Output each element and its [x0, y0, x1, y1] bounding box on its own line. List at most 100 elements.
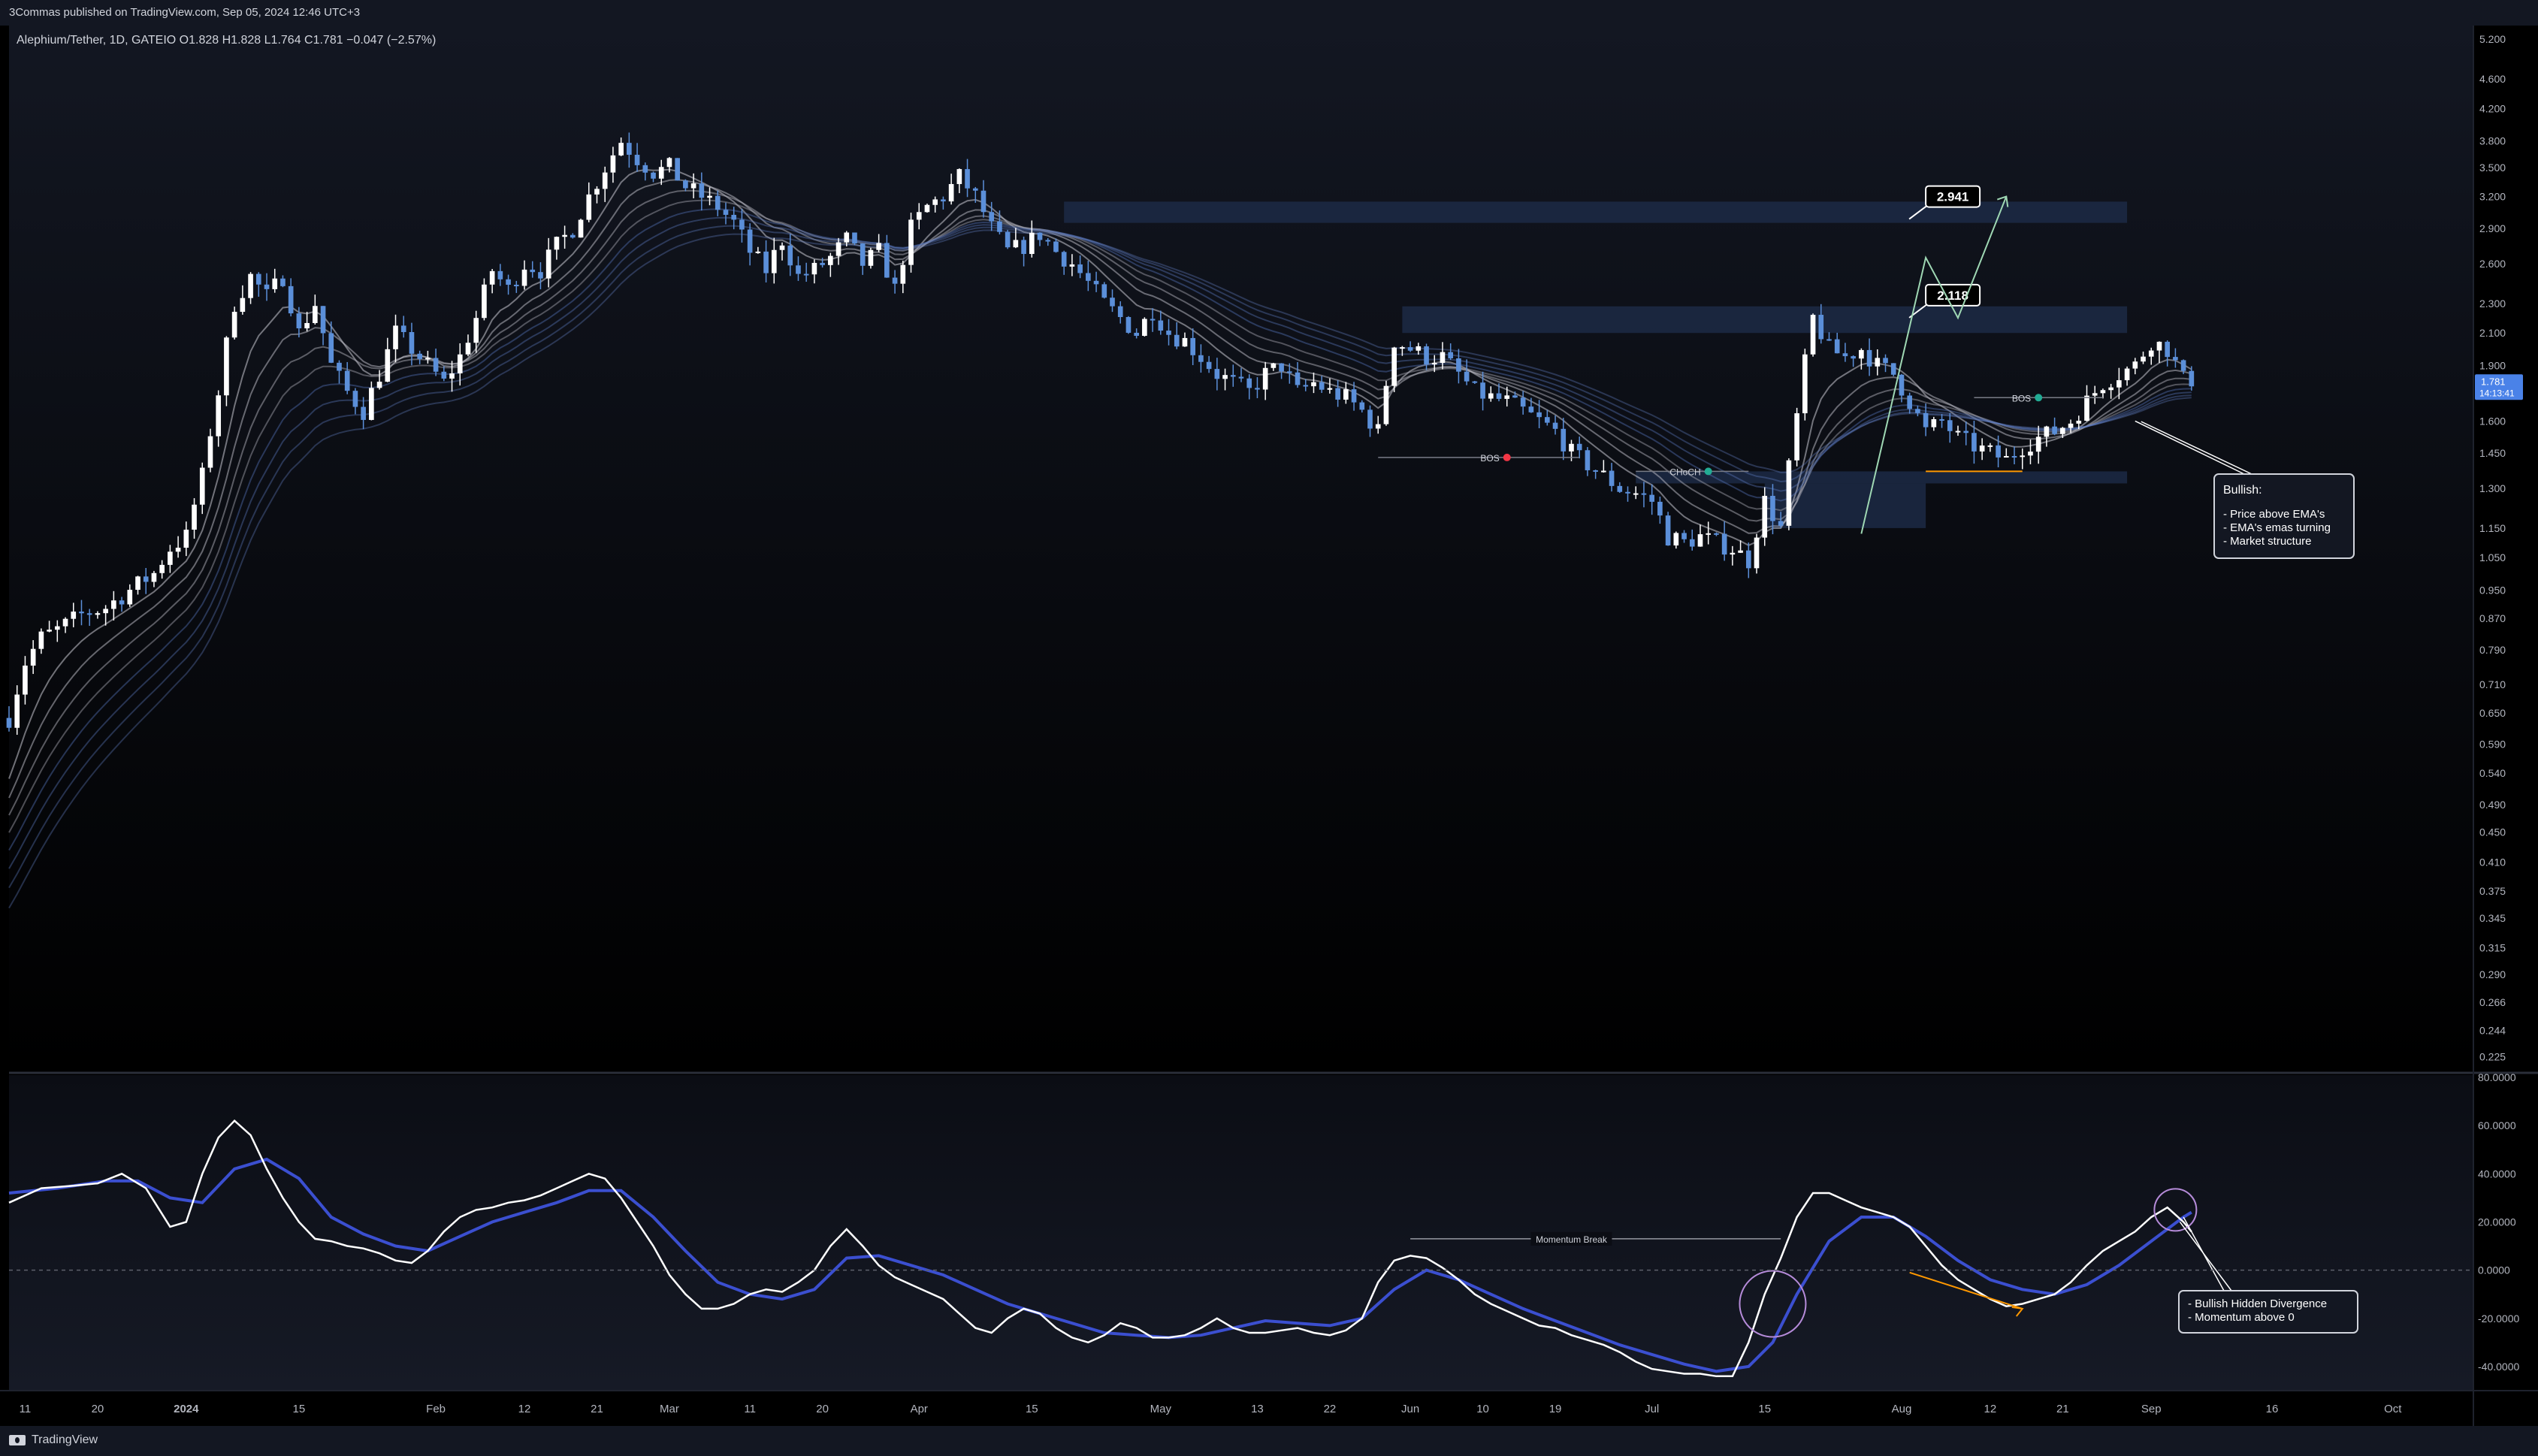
candle-body — [1246, 378, 1252, 388]
price-axis-label: 0.225 — [2479, 1050, 2506, 1062]
candle[interactable] — [1383, 380, 1389, 426]
candle[interactable] — [924, 204, 930, 213]
candle[interactable] — [1101, 282, 1107, 299]
candle-body — [1255, 388, 1260, 390]
candle-body — [255, 273, 261, 285]
annotation-line: - Market structure — [2223, 535, 2312, 548]
candle-body — [1802, 354, 1808, 414]
candle[interactable] — [868, 247, 874, 269]
candle-body — [2173, 357, 2178, 361]
price-axis-label: 0.590 — [2479, 739, 2506, 751]
candle[interactable] — [1890, 363, 1896, 376]
candle-body — [731, 214, 737, 220]
price-axis-label: 0.790 — [2479, 644, 2506, 656]
last-price-value: 1.781 — [2481, 376, 2506, 387]
candle-body — [779, 245, 785, 250]
candle-body — [328, 333, 334, 363]
candle-body — [506, 279, 511, 285]
candle-body — [811, 262, 817, 275]
candle-body — [1407, 347, 1413, 351]
candle-body — [1786, 460, 1792, 526]
candle-body — [1762, 495, 1768, 538]
candle[interactable] — [1005, 230, 1011, 249]
candle[interactable] — [1125, 316, 1132, 334]
candle-body — [1657, 501, 1663, 516]
candle-body — [666, 158, 672, 168]
price-axis-label: 2.600 — [2479, 258, 2506, 270]
candle-body — [280, 278, 286, 286]
candle-body — [1721, 533, 1727, 555]
candle-body — [1295, 372, 1301, 385]
candle-body — [2108, 387, 2113, 391]
price-zone[interactable] — [1402, 306, 2128, 334]
candle-body — [1625, 491, 1630, 494]
candle-body — [1544, 417, 1550, 423]
candle-body — [1271, 363, 1277, 368]
candle-body — [554, 237, 560, 250]
symbol-legend[interactable]: Alephium/Tether, 1D, GATEIO O1.828 H1.82… — [17, 34, 436, 47]
candle[interactable] — [1665, 512, 1671, 546]
candle-body — [868, 249, 874, 266]
candle-body — [1045, 240, 1051, 242]
candle-body — [1424, 346, 1429, 365]
candle[interactable] — [852, 232, 857, 246]
candle-body — [1778, 521, 1784, 526]
candle-body — [1738, 550, 1743, 553]
candle-body — [1826, 339, 1832, 341]
candle-body — [699, 183, 705, 198]
candle-body — [1536, 412, 1542, 418]
candle-body — [1875, 358, 1881, 367]
candle[interactable] — [578, 219, 584, 238]
candle[interactable] — [1794, 407, 1799, 467]
candle-body — [876, 243, 881, 250]
candle-body — [1158, 320, 1164, 331]
candle-body — [95, 613, 101, 615]
price-axis-label: 1.300 — [2479, 482, 2506, 494]
structure-label: BOS — [1480, 453, 1499, 464]
candle[interactable] — [908, 213, 914, 273]
candle-body — [997, 221, 1002, 232]
price-axis-label: 2.300 — [2479, 298, 2506, 310]
candle[interactable] — [1762, 487, 1768, 546]
candle-body — [1866, 349, 1872, 367]
time-axis-label: 16 — [2266, 1403, 2279, 1415]
price-chart[interactable]: 2.941 2.118 BOS CHoCH BOS Bullish: - Price abo… — [0, 26, 2538, 1426]
candle[interactable] — [1810, 313, 1816, 357]
candle-body — [1569, 443, 1574, 452]
candle[interactable] — [1142, 317, 1147, 337]
candle-body — [1367, 409, 1373, 429]
candle-body — [860, 243, 866, 266]
time-axis-label: 15 — [1758, 1403, 1771, 1415]
candle[interactable] — [1802, 349, 1808, 421]
candle[interactable] — [675, 158, 680, 181]
candle-body — [2100, 390, 2106, 394]
annotation-line: - EMA's emas turning — [2223, 521, 2331, 534]
candle-body — [1987, 445, 1993, 447]
candle-body — [642, 165, 648, 173]
candle[interactable] — [1391, 346, 1397, 392]
candle-body — [457, 354, 463, 373]
time-axis-label: 11 — [20, 1403, 32, 1415]
candle-body — [23, 665, 28, 695]
structure-dot — [1503, 453, 1511, 461]
candle-body — [892, 277, 898, 284]
tradingview-logo[interactable]: TradingView — [9, 1433, 98, 1447]
candle-body — [690, 183, 696, 189]
candle-body — [852, 232, 857, 244]
candle-body — [586, 194, 592, 220]
candle[interactable] — [482, 278, 487, 321]
candle-body — [1053, 241, 1059, 252]
candle-body — [312, 306, 318, 323]
candle-body — [1931, 418, 1937, 427]
candle-body — [393, 325, 398, 349]
candle-body — [86, 613, 92, 615]
candle[interactable] — [1786, 458, 1792, 530]
candle-body — [192, 504, 197, 530]
candle[interactable] — [1754, 533, 1760, 574]
candle-body — [1851, 356, 1856, 359]
candle-body — [1335, 388, 1340, 400]
candle-body — [143, 576, 149, 582]
candle-body — [473, 318, 479, 343]
candle-body — [2189, 370, 2195, 387]
time-axis-label: 13 — [1251, 1403, 1264, 1415]
